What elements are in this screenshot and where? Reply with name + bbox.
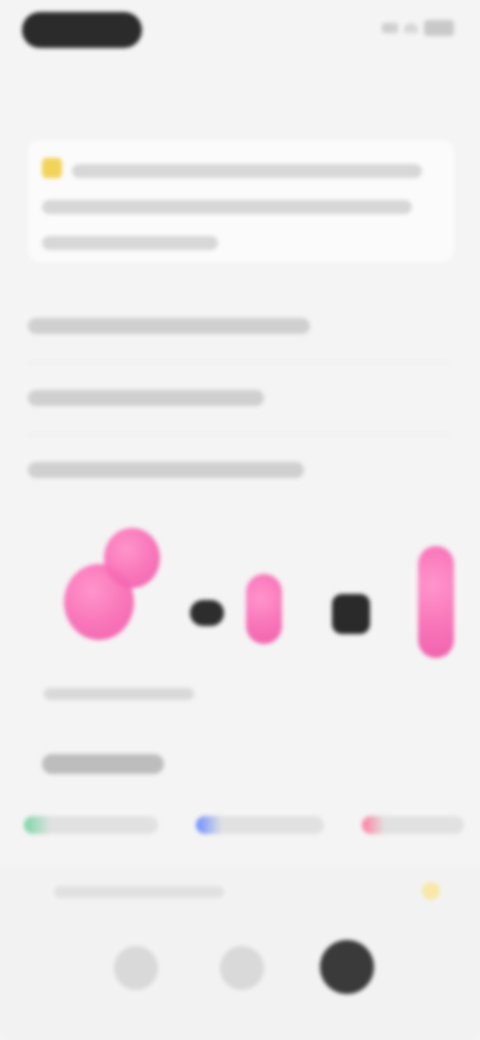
note-text-line: [72, 164, 422, 178]
section-title: [28, 390, 264, 406]
note-card: [28, 140, 454, 262]
section-title: [28, 462, 304, 478]
bottom-hint: [54, 886, 224, 898]
section-title: [28, 318, 310, 334]
pink-bow-icon: [246, 574, 282, 644]
note-text-line: [42, 236, 218, 250]
chip-blue[interactable]: [196, 816, 324, 834]
battery-icon: [424, 20, 454, 36]
chip-red[interactable]: [362, 816, 464, 834]
options-icon[interactable]: [220, 946, 264, 990]
section-item[interactable]: [28, 462, 448, 478]
section-item[interactable]: [28, 318, 448, 363]
status-icons: [382, 20, 454, 36]
equals-sign: [332, 594, 370, 634]
pink-bow-icon: [418, 546, 454, 658]
hint-icon: [422, 882, 440, 900]
times-sign: [190, 600, 224, 626]
divider: [28, 362, 448, 363]
chip-green[interactable]: [24, 816, 158, 834]
status-bar: [0, 0, 480, 64]
bottom-bar: [0, 868, 480, 1040]
note-text-line: [42, 200, 412, 214]
status-pill: [22, 12, 142, 48]
wifi-icon: [404, 23, 418, 33]
solution-title: [42, 754, 164, 774]
pink-bow-icon: [104, 528, 160, 588]
back-icon[interactable]: [114, 946, 158, 990]
answer-hint: [44, 688, 194, 700]
divider: [28, 434, 448, 435]
camera-icon[interactable]: [320, 940, 374, 994]
warning-icon: [42, 158, 62, 178]
chips-row: [24, 816, 464, 840]
signal-icon: [382, 23, 398, 33]
section-item[interactable]: [28, 390, 448, 435]
exercise-illustration: [0, 520, 480, 660]
